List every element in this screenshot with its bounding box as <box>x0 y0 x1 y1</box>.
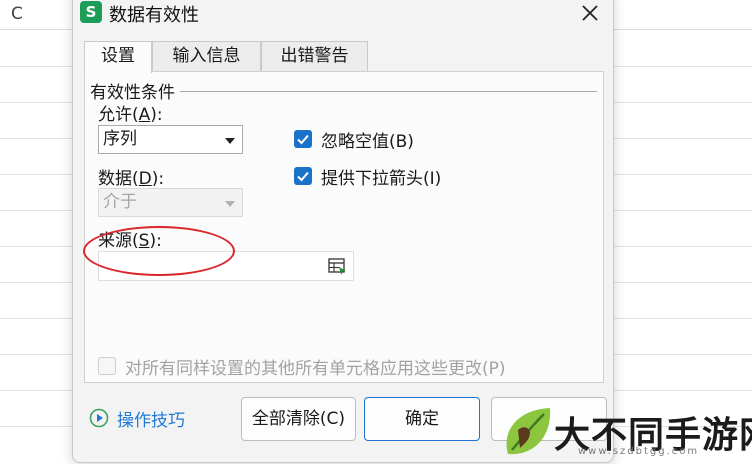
checkbox-unchecked[interactable] <box>98 357 116 375</box>
tab-settings[interactable]: 设置 <box>84 41 152 73</box>
tab-error-alert[interactable]: 出错警告 <box>261 41 368 72</box>
chevron-down-icon <box>225 138 235 144</box>
data-select[interactable]: 介于 <box>98 188 243 217</box>
column-header-label[interactable]: C <box>11 4 23 24</box>
group-divider <box>180 91 597 92</box>
group-title: 有效性条件 <box>90 78 179 103</box>
chevron-down-icon <box>225 201 235 207</box>
checkmark-icon <box>297 171 309 182</box>
allow-label: 允许(A): <box>98 100 163 125</box>
allow-label-key: A <box>138 105 151 125</box>
checkbox-checked[interactable] <box>294 130 312 148</box>
tips-link[interactable]: 操作技巧 <box>117 406 185 431</box>
data-label: 数据(D): <box>98 164 164 189</box>
checkmark-icon <box>297 134 309 145</box>
allow-label-text: 允许( <box>98 105 139 125</box>
range-select-icon <box>328 258 346 275</box>
leaf-logo-icon <box>500 404 558 460</box>
ignore-blank-label: 忽略空值(B) <box>321 132 414 152</box>
app-icon: S <box>80 1 102 23</box>
watermark-url: www.szdbtgg.com <box>578 446 700 457</box>
play-circle-icon[interactable] <box>89 408 109 428</box>
watermark: 大不同手游网 www.szdbtgg.com <box>500 404 752 460</box>
allow-select[interactable]: 序列 <box>98 125 243 154</box>
ok-button[interactable]: 确定 <box>364 397 480 441</box>
range-select-button[interactable] <box>328 258 347 275</box>
allow-select-value: 序列 <box>103 129 137 149</box>
red-annotation-circle <box>83 226 235 276</box>
data-label-tail: ): <box>151 169 165 189</box>
data-label-text: 数据( <box>98 169 139 189</box>
close-button[interactable] <box>578 1 602 25</box>
allow-label-tail: ): <box>150 105 163 125</box>
apply-all-label: 对所有同样设置的其他所有单元格应用这些更改(P) <box>125 359 506 379</box>
data-label-key: D <box>138 169 152 189</box>
data-select-value: 介于 <box>103 192 137 212</box>
clear-all-button[interactable]: 全部清除(C) <box>241 397 356 441</box>
dropdown-arrow-label: 提供下拉箭头(I) <box>321 169 442 189</box>
title-bar[interactable]: S 数据有效性 <box>73 1 613 27</box>
tab-input-message[interactable]: 输入信息 <box>152 41 261 72</box>
dialog-title: 数据有效性 <box>109 5 199 26</box>
checkbox-checked[interactable] <box>294 167 312 185</box>
close-icon <box>582 5 598 21</box>
